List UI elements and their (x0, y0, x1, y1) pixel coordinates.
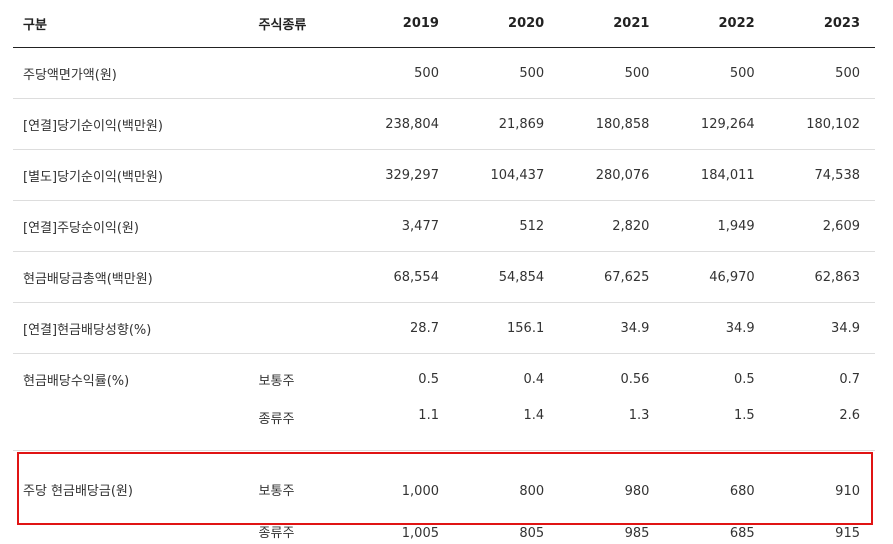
row-label: [연결]주당순이익(원) (13, 200, 249, 252)
cell-value: 54,854 (453, 251, 560, 303)
header-year: 2020 (453, 0, 560, 48)
cell-value: 156.1 (453, 302, 560, 354)
cell-value: 512 (453, 200, 560, 252)
cell-value: 280,076 (559, 149, 665, 201)
table-row: 주당액면가액(원) 500 500 500 500 500 (13, 47, 875, 99)
row-label: 주당액면가액(원) (13, 47, 249, 99)
table-row: 현금배당금총액(백만원) 68,554 54,854 67,625 46,970… (13, 251, 875, 303)
cell-value: 74,538 (769, 149, 875, 201)
highlight-box (17, 452, 873, 525)
table-row: [연결]현금배당성향(%) 28.7 156.1 34.9 34.9 34.9 (13, 302, 875, 354)
cell-value: 2.6 (769, 404, 875, 451)
cell-value: 184,011 (664, 149, 770, 201)
cell-value: 1.3 (559, 404, 665, 451)
cell-value: 104,437 (453, 149, 560, 201)
cell-value: 0.56 (620, 371, 650, 387)
header-year: 2022 (664, 0, 770, 48)
row-type (248, 47, 349, 99)
cell-value: 3,477 (348, 200, 454, 252)
row-type (248, 98, 349, 150)
cell-value: 180,858 (559, 98, 665, 150)
row-label: [연결]당기순이익(백만원) (13, 98, 249, 150)
cell-value: 1.5 (664, 404, 770, 451)
cell-value: 28.7 (348, 302, 454, 354)
cell-value: 500 (769, 47, 875, 99)
cell-value: 238,804 (348, 98, 454, 150)
cell-value: 34.9 (769, 302, 875, 354)
cell-value: 1,949 (664, 200, 770, 252)
cell-value: 62,863 (769, 251, 875, 303)
cell-value: 46,970 (664, 251, 770, 303)
row-label: [별도]당기순이익(백만원) (13, 149, 249, 201)
row-label: [연결]현금배당성향(%) (13, 302, 249, 354)
cell-value: 68,554 (348, 251, 454, 303)
cell-value: 0.5 (734, 371, 755, 387)
table-row: [별도]당기순이익(백만원) 329,297 104,437 280,076 1… (13, 149, 875, 201)
cell-value: 2,820 (559, 200, 665, 252)
header-type: 주식종류 (248, 0, 349, 48)
cell-value: 129,264 (664, 98, 770, 150)
header-label: 구분 (13, 0, 249, 48)
header-year: 2019 (348, 0, 454, 48)
table-row: 현금배당수익률(%) 보통주 0.5 0.4 0.56 0.5 0.7 (13, 354, 875, 405)
cell-value: 67,625 (559, 251, 665, 303)
cell-value: 0.4 (523, 371, 545, 387)
row-type: 종류주 (248, 404, 349, 451)
row-type (248, 200, 349, 252)
table-header-row: 구분 주식종류 2019 2020 2021 2022 2023 (13, 0, 875, 48)
cell-value: 500 (559, 47, 665, 99)
cell-value: 500 (348, 47, 454, 99)
cell-value: 34.9 (664, 302, 770, 354)
row-label: 현금배당수익률(%) (23, 373, 130, 389)
cell-value: 0.5 (418, 371, 439, 387)
row-label (13, 404, 249, 451)
cell-value: 500 (664, 47, 770, 99)
row-type: 보통주 (258, 373, 295, 389)
row-type (248, 251, 349, 303)
row-type (248, 149, 349, 201)
header-year: 2021 (559, 0, 665, 48)
cell-value: 1.1 (348, 404, 454, 451)
cell-value: 0.7 (839, 371, 860, 387)
cell-value: 21,869 (453, 98, 560, 150)
row-label: 현금배당금총액(백만원) (13, 251, 249, 303)
table-row: [연결]주당순이익(원) 3,477 512 2,820 1,949 2,609 (13, 200, 875, 252)
row-type (248, 302, 349, 354)
cell-value: 1.4 (453, 404, 560, 451)
cell-value: 329,297 (348, 149, 454, 201)
table-row: 종류주 1.1 1.4 1.3 1.5 2.6 (13, 404, 875, 451)
header-year: 2023 (769, 0, 875, 48)
cell-value: 2,609 (769, 200, 875, 252)
table-row: [연결]당기순이익(백만원) 238,804 21,869 180,858 12… (13, 98, 875, 150)
cell-value: 34.9 (559, 302, 665, 354)
cell-value: 180,102 (769, 98, 875, 150)
cell-value: 500 (453, 47, 560, 99)
